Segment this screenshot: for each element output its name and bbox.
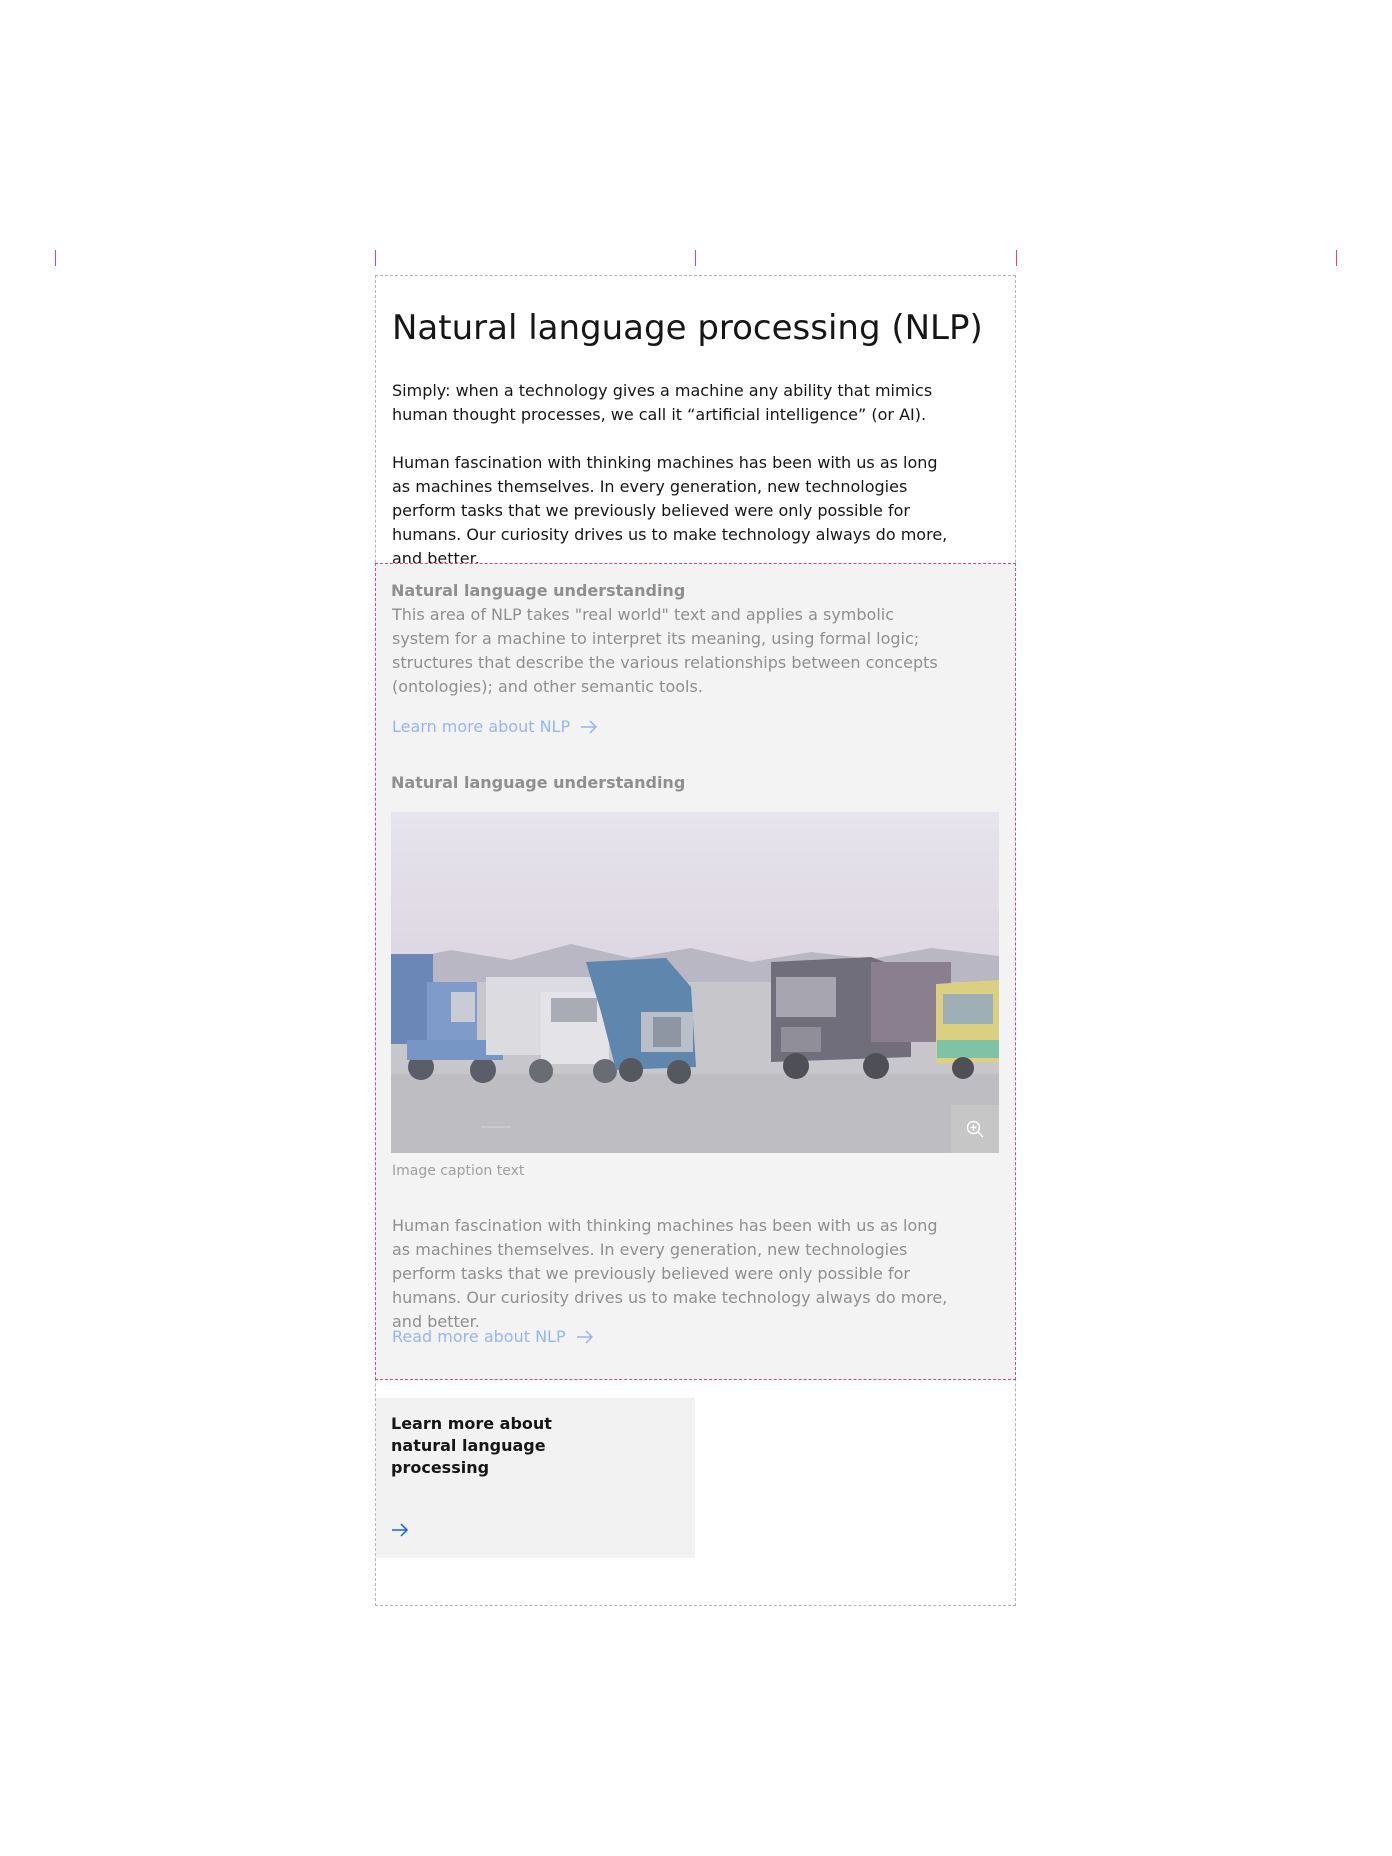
intro-paragraph: Human fascination with thinking machines… — [392, 453, 948, 568]
image-caption: Image caption text — [392, 1163, 525, 1179]
grid-guide-tick — [1016, 250, 1017, 266]
card-title: Learn more about natural language proces… — [391, 1414, 552, 1477]
grid-guide-tick — [55, 250, 56, 266]
grid-guide-tick — [375, 250, 376, 266]
learn-more-card[interactable]: Learn more about natural language proces… — [376, 1398, 695, 1558]
arrow-right-icon — [576, 1330, 593, 1344]
section-heading: Natural language understanding — [391, 581, 686, 600]
intro-paragraph: Simply: when a technology gives a machin… — [392, 381, 933, 424]
zoom-button[interactable] — [951, 1105, 999, 1153]
learn-more-link-label: Learn more about NLP — [392, 717, 571, 736]
grid-guide-tick — [1336, 250, 1337, 266]
vehicles-image — [391, 812, 999, 1153]
read-more-link-label: Read more about NLP — [392, 1327, 566, 1346]
zoom-in-icon — [966, 1120, 984, 1138]
read-more-link[interactable]: Read more about NLP — [392, 1325, 594, 1349]
section-text: Human fascination with thinking machines… — [392, 1216, 948, 1331]
arrow-right-icon — [581, 720, 598, 734]
arrow-right-icon — [392, 1523, 409, 1537]
vehicles-photo — [391, 812, 999, 1153]
section-heading: Natural language understanding — [391, 773, 686, 792]
grid-guide-tick — [695, 250, 696, 266]
page-title: Natural language processing (NLP) — [392, 308, 983, 348]
section-text: This area of NLP takes "real world" text… — [392, 605, 938, 696]
learn-more-link[interactable]: Learn more about NLP — [392, 715, 598, 739]
